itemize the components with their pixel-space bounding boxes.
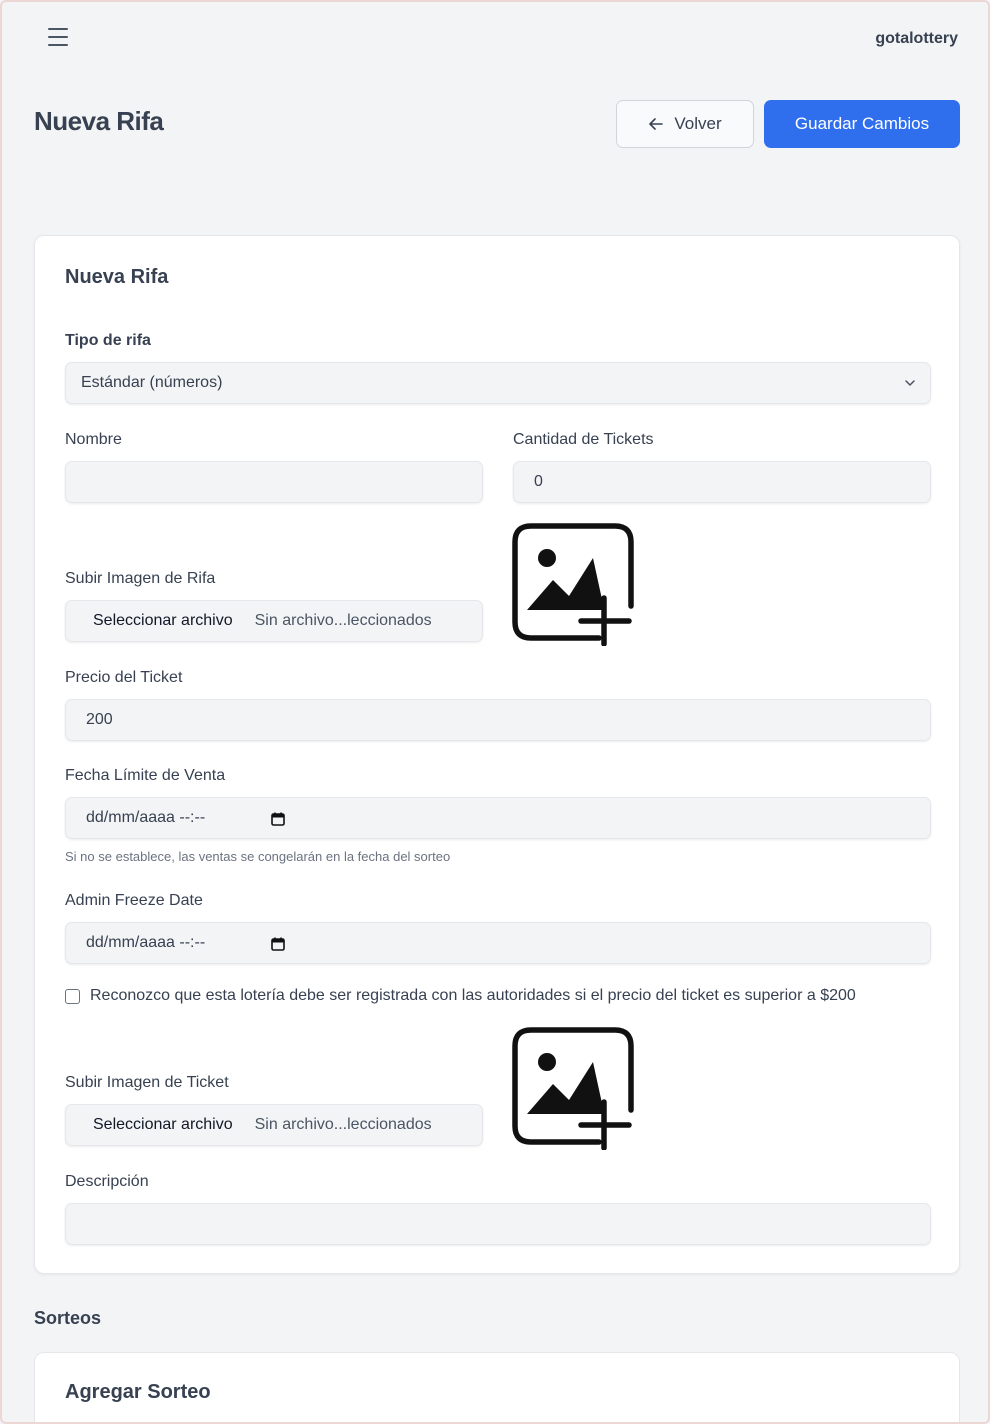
raffle-type-label: Tipo de rifa	[65, 332, 151, 349]
ticket-image-label: Subir Imagen de Ticket	[65, 1074, 229, 1091]
raffle-type-select[interactable]: Estándar (números)	[65, 362, 931, 404]
raffle-type-value: Estándar (números)	[81, 374, 223, 391]
image-add-icon[interactable]	[511, 522, 635, 646]
ticket-image-file-button[interactable]: Seleccionar archivo	[93, 1116, 233, 1134]
admin-freeze-input[interactable]: dd/mm/aaaa --:--	[65, 922, 931, 964]
sale-deadline-input[interactable]: dd/mm/aaaa --:--	[65, 797, 931, 839]
raffle-image-file-status: Sin archivo...leccionados	[254, 612, 432, 629]
ticket-price-value: 200	[86, 711, 113, 728]
description-input[interactable]	[65, 1203, 931, 1245]
image-add-icon[interactable]	[511, 1026, 635, 1150]
back-button-label: Volver	[674, 114, 722, 133]
ticket-price-input[interactable]: 200	[65, 699, 931, 741]
raffle-image-file-button[interactable]: Seleccionar archivo	[93, 612, 233, 630]
registration-acknowledgement-checkbox[interactable]	[65, 989, 80, 1004]
name-input[interactable]	[65, 461, 483, 503]
sale-deadline-placeholder: dd/mm/aaaa --:--	[86, 809, 206, 826]
add-draw-title: Agregar Sorteo	[65, 1381, 211, 1403]
save-changes-button[interactable]: Guardar Cambios	[764, 100, 960, 148]
ticket-quantity-input[interactable]: 0	[513, 461, 931, 503]
ticket-price-label: Precio del Ticket	[65, 669, 183, 686]
registration-acknowledgement-label: Reconozco que esta lotería debe ser regi…	[90, 987, 856, 1004]
chevron-down-icon	[905, 380, 915, 386]
form-title: Nueva Rifa	[65, 266, 169, 288]
admin-freeze-label: Admin Freeze Date	[65, 892, 203, 909]
calendar-icon[interactable]	[270, 936, 286, 952]
ticket-quantity-value: 0	[534, 473, 543, 490]
sale-deadline-label: Fecha Límite de Venta	[65, 767, 226, 784]
raffle-image-file-input[interactable]: Seleccionar archivo Sin archivo...leccio…	[65, 600, 483, 642]
raffle-form-card: Nueva Rifa Tipo de rifa Estándar (número…	[34, 235, 960, 1274]
app-frame: gotalottery Nueva Rifa Volver Guardar Ca…	[0, 0, 990, 1424]
ticket-image-file-input[interactable]: Seleccionar archivo Sin archivo...leccio…	[65, 1104, 483, 1146]
brand-name: gotalottery	[875, 30, 958, 47]
ticket-image-file-status: Sin archivo...leccionados	[254, 1116, 432, 1133]
admin-freeze-placeholder: dd/mm/aaaa --:--	[86, 934, 206, 951]
name-label: Nombre	[65, 431, 122, 448]
ticket-quantity-label: Cantidad de Tickets	[513, 431, 654, 448]
draws-section-title: Sorteos	[34, 1308, 102, 1328]
sale-deadline-hint: Si no se establece, las ventas se congel…	[65, 849, 451, 864]
calendar-icon[interactable]	[270, 811, 286, 827]
raffle-image-label: Subir Imagen de Rifa	[65, 570, 216, 587]
page-title: Nueva Rifa	[34, 106, 164, 136]
back-button[interactable]: Volver	[616, 100, 754, 148]
description-label: Descripción	[65, 1173, 149, 1190]
arrow-left-icon	[649, 118, 664, 130]
top-bar: gotalottery	[2, 2, 988, 78]
add-draw-card: Agregar Sorteo	[34, 1352, 960, 1422]
hamburger-menu-icon[interactable]	[48, 28, 68, 48]
